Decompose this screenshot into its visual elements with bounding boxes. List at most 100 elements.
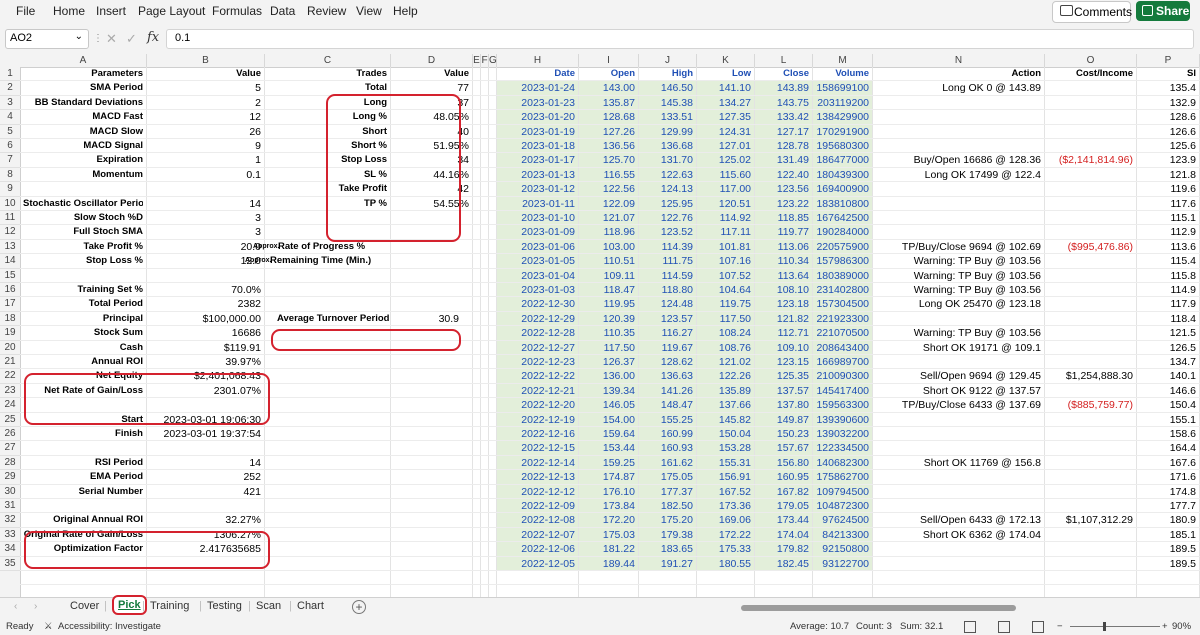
menu-formulas[interactable]: Formulas [212, 4, 262, 18]
row-header-28[interactable]: 28 [0, 456, 20, 471]
spreadsheet-grid[interactable]: Parameters Value Trades Value Date Open High Lo… [20, 67, 1200, 597]
open-cell: 122.09 [602, 197, 635, 210]
column-header-n[interactable]: N [873, 54, 1045, 67]
menu-help[interactable]: Help [393, 4, 418, 18]
sheet-tab-training[interactable]: Training [150, 600, 189, 612]
menu-insert[interactable]: Insert [96, 4, 126, 18]
column-header-j[interactable]: J [639, 54, 697, 67]
row-header-34[interactable]: 34 [0, 542, 20, 557]
confirm-icon[interactable]: ✓ [126, 31, 137, 47]
row-header-25[interactable]: 25 [0, 413, 20, 427]
column-header-g[interactable]: G [489, 54, 497, 67]
row-header-3[interactable]: 3 [0, 96, 20, 111]
row-header-17[interactable]: 17 [0, 297, 20, 312]
row-header-14[interactable]: 14 [0, 254, 20, 269]
chevron-down-icon[interactable]: ⌄ [75, 31, 83, 42]
volume-cell: 159563300 [816, 399, 869, 412]
normal-view-icon[interactable] [964, 621, 976, 633]
volume-cell: 157304500 [816, 298, 869, 311]
page-break-view-icon[interactable] [1032, 621, 1044, 633]
sheet-tab-scan[interactable]: Scan [256, 600, 281, 612]
row-header-12[interactable]: 12 [0, 225, 20, 240]
accessibility-status[interactable]: Accessibility: Investigate [58, 621, 161, 632]
row-header-21[interactable]: 21 [0, 355, 20, 370]
cancel-icon[interactable]: ✕ [106, 31, 117, 47]
menu-file[interactable]: File [16, 4, 35, 18]
row-header-20[interactable]: 20 [0, 341, 20, 355]
zoom-in-icon[interactable]: + [1162, 621, 1168, 632]
menu-review[interactable]: Review [307, 4, 346, 18]
row-header-1[interactable]: 1 [0, 67, 20, 82]
menu-page-layout[interactable]: Page Layout [138, 4, 205, 18]
formula-input[interactable]: 0.1 [166, 29, 1194, 49]
menu-view[interactable]: View [356, 4, 382, 18]
row-header-4[interactable]: 4 [0, 110, 20, 125]
row-header-15[interactable]: 15 [0, 269, 20, 283]
function-icon[interactable]: fx [147, 30, 159, 45]
add-sheet-icon[interactable]: + [352, 600, 366, 614]
row-header-29[interactable]: 29 [0, 470, 20, 485]
name-box[interactable]: AO2 ⌄ [5, 29, 89, 49]
menu-data[interactable]: Data [270, 4, 295, 18]
comments-label: Comments [1074, 5, 1133, 19]
column-header-k[interactable]: K [697, 54, 755, 67]
row-header-35[interactable]: 35 [0, 557, 20, 571]
zoom-out-icon[interactable]: − [1057, 621, 1063, 632]
column-header-c[interactable]: C [265, 54, 391, 67]
column-header-a[interactable]: A [20, 54, 147, 67]
column-header-f[interactable]: F [481, 54, 489, 67]
row-header-31[interactable]: 31 [0, 499, 20, 514]
column-header-p[interactable]: P [1137, 54, 1200, 67]
scroll-left-icon[interactable]: ‹ [14, 601, 17, 612]
p-cell: 180.9 [1169, 514, 1196, 527]
column-header-i[interactable]: I [579, 54, 639, 67]
zoom-level[interactable]: 90% [1172, 621, 1191, 632]
row-header-24[interactable]: 24 [0, 398, 20, 413]
row-header-10[interactable]: 10 [0, 197, 20, 211]
header-value: Value [236, 68, 261, 79]
row-header-22[interactable]: 22 [0, 369, 20, 384]
high-cell: 123.52 [660, 226, 693, 239]
accessibility-icon[interactable]: ⚔ [44, 621, 53, 632]
column-header-e[interactable]: E [473, 54, 481, 67]
row-header-11[interactable]: 11 [0, 211, 20, 226]
column-header-h[interactable]: H [497, 54, 579, 67]
action-cell: Short OK 19171 @ 109.1 [922, 341, 1041, 354]
sheet-tab-testing[interactable]: Testing [207, 600, 242, 612]
share-button[interactable]: Share [1136, 1, 1190, 21]
column-header-d[interactable]: D [391, 54, 473, 67]
row-header-30[interactable]: 30 [0, 485, 20, 499]
row-header-32[interactable]: 32 [0, 513, 20, 528]
zoom-slider[interactable] [1070, 626, 1160, 627]
gridline [578, 67, 579, 597]
row-header-9[interactable]: 9 [0, 182, 20, 197]
row-header-5[interactable]: 5 [0, 125, 20, 139]
column-header-m[interactable]: M [813, 54, 873, 67]
row-header-16[interactable]: 16 [0, 283, 20, 298]
page-layout-view-icon[interactable] [998, 621, 1010, 633]
row-header-27[interactable]: 27 [0, 441, 20, 456]
sheet-tab-chart[interactable]: Chart [297, 600, 324, 612]
menu-home[interactable]: Home [53, 4, 85, 18]
row-header-33[interactable]: 33 [0, 528, 20, 543]
row-header-6[interactable]: 6 [0, 139, 20, 154]
row-header-8[interactable]: 8 [0, 168, 20, 183]
column-header-o[interactable]: O [1045, 54, 1137, 67]
row-header-18[interactable]: 18 [0, 312, 20, 327]
horizontal-scrollbar[interactable] [735, 604, 1180, 612]
row-header-7[interactable]: 7 [0, 153, 20, 168]
row-header-26[interactable]: 26 [0, 427, 20, 442]
scrollbar-thumb[interactable] [741, 605, 1016, 611]
scroll-right-icon[interactable]: › [34, 601, 37, 612]
column-header-l[interactable]: L [755, 54, 813, 67]
sheet-tab-cover[interactable]: Cover [70, 600, 99, 612]
row-header-13[interactable]: 13 [0, 240, 20, 255]
row-header-23[interactable]: 23 [0, 384, 20, 399]
more-options-icon[interactable]: ⋮ [93, 33, 103, 44]
zoom-slider-thumb[interactable] [1103, 622, 1106, 631]
row-header-2[interactable]: 2 [0, 81, 20, 96]
row-header-19[interactable]: 19 [0, 326, 20, 341]
comments-button[interactable]: Comments [1052, 1, 1133, 23]
gridline [488, 67, 489, 597]
column-header-b[interactable]: B [147, 54, 265, 67]
